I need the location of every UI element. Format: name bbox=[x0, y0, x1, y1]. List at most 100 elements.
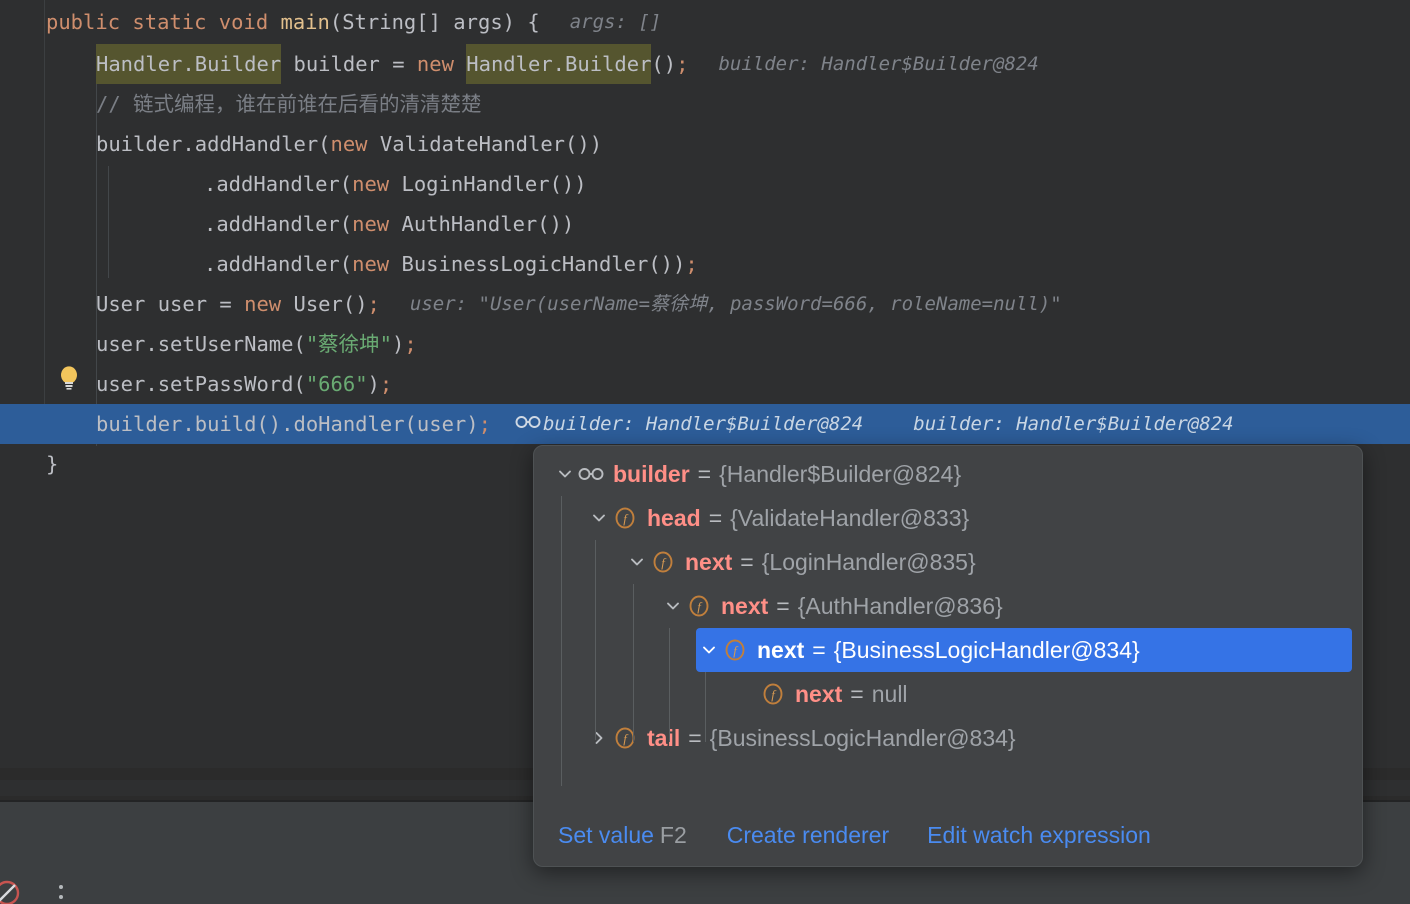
code-token: Handler.Builder bbox=[96, 44, 282, 84]
code-token: new bbox=[416, 52, 467, 76]
tree-guide-line bbox=[705, 672, 706, 742]
code-token: main bbox=[280, 10, 330, 34]
variable-value: null bbox=[871, 680, 908, 707]
code-token: new bbox=[330, 132, 380, 156]
lightbulb-icon[interactable] bbox=[58, 366, 80, 390]
variable-value: {Handler$Builder@824} bbox=[719, 460, 962, 487]
field-icon: f bbox=[612, 505, 638, 531]
mute-breakpoints-icon[interactable] bbox=[0, 878, 22, 904]
line-comment[interactable]: // 链式编程，谁在前谁在后看的清清楚楚 bbox=[0, 84, 1410, 124]
code-token: new bbox=[244, 292, 294, 316]
line-builder-decl[interactable]: Handler.Builder builder = new Handler.Bu… bbox=[0, 44, 1410, 84]
line-add-auth[interactable]: .addHandler(new AuthHandler()) bbox=[0, 204, 1410, 244]
code-token: LoginHandler()) bbox=[401, 172, 587, 196]
chevron-right-icon[interactable] bbox=[586, 716, 612, 760]
code-token: ) bbox=[392, 332, 405, 356]
variable-value: {BusinessLogicHandler@834} bbox=[709, 724, 1016, 751]
code-token: builder = bbox=[281, 52, 417, 76]
inline-hint-secondary: builder: Handler$Builder@824 bbox=[913, 413, 1234, 435]
line-set-username[interactable]: user.setUserName("蔡徐坤"); bbox=[0, 324, 1410, 364]
node-next-auth[interactable]: f next = {AuthHandler@836} bbox=[660, 584, 1352, 628]
chevron-down-icon[interactable] bbox=[624, 540, 650, 584]
code-token: builder.addHandler( bbox=[96, 132, 331, 156]
code-token: ; bbox=[478, 412, 491, 436]
code-token: BusinessLogicHandler()) bbox=[401, 252, 686, 276]
node-head[interactable]: f head = {ValidateHandler@833} bbox=[586, 496, 1352, 540]
debug-value-popup[interactable]: builder = {Handler$Builder@824} f head = {Vali… bbox=[533, 445, 1363, 867]
line-add-login[interactable]: .addHandler(new LoginHandler()) bbox=[0, 164, 1410, 204]
tree-guide-line bbox=[633, 584, 634, 742]
code-token: user.setUserName( bbox=[96, 332, 306, 356]
code-token: // 链式编程，谁在前谁在后看的清清楚楚 bbox=[96, 92, 482, 116]
field-icon: f bbox=[760, 681, 786, 707]
chevron-down-icon[interactable] bbox=[660, 584, 686, 628]
node-next-null[interactable]: f next = null bbox=[734, 672, 1352, 716]
equals-sign: = bbox=[776, 592, 790, 619]
set-value-button[interactable]: Set value bbox=[558, 822, 654, 849]
variable-value: {ValidateHandler@833} bbox=[730, 504, 970, 531]
variable-name: next bbox=[795, 680, 843, 707]
code-token: "蔡徐坤" bbox=[305, 332, 393, 356]
code-token: User() bbox=[293, 292, 368, 316]
code-token: ; bbox=[379, 372, 393, 396]
code-token: new bbox=[352, 252, 402, 276]
tree-guide-line bbox=[595, 540, 596, 740]
edit-watch-expression-button[interactable]: Edit watch expression bbox=[927, 822, 1151, 849]
field-icon: f bbox=[612, 725, 638, 751]
debugger-screen: public static void main (String[] args) {… bbox=[0, 0, 1410, 904]
variable-name: head bbox=[647, 504, 701, 531]
field-icon: f bbox=[722, 637, 748, 663]
code-token: public static void bbox=[46, 10, 281, 34]
variable-name: next bbox=[721, 592, 769, 619]
node-next-business[interactable]: f next = {BusinessLogicHandler@834} bbox=[696, 628, 1352, 672]
watch-inline-icon bbox=[515, 404, 541, 444]
code-token: ; bbox=[367, 292, 380, 316]
variables-tree[interactable]: builder = {Handler$Builder@824} f head = {Vali… bbox=[534, 446, 1362, 786]
variable-value: {BusinessLogicHandler@834} bbox=[833, 636, 1140, 663]
code-token: "666" bbox=[305, 372, 368, 396]
chevron-down-icon[interactable] bbox=[552, 452, 578, 496]
node-next-login[interactable]: f next = {LoginHandler@835} bbox=[624, 540, 1352, 584]
create-renderer-button[interactable]: Create renderer bbox=[727, 822, 889, 849]
debug-toolbar bbox=[0, 864, 1410, 904]
equals-sign: = bbox=[688, 724, 702, 751]
variable-name: next bbox=[757, 636, 805, 663]
inline-hint: builder: Handler$Builder@824 bbox=[718, 53, 1039, 75]
code-token: new bbox=[352, 212, 402, 236]
code-token: (String[] args) { bbox=[329, 10, 540, 34]
svg-text:f: f bbox=[697, 599, 703, 614]
kebab-menu-icon[interactable] bbox=[57, 880, 65, 904]
field-icon: f bbox=[686, 593, 712, 619]
code-token: } bbox=[46, 452, 59, 476]
code-token: user.setPassWord( bbox=[96, 372, 306, 396]
code-token: ; bbox=[676, 52, 689, 76]
line-do-handler[interactable]: builder.build().doHandler(user); builder:… bbox=[0, 404, 1410, 444]
chevron-down-icon[interactable] bbox=[696, 628, 722, 672]
variable-name: tail bbox=[647, 724, 681, 751]
line-add-validate[interactable]: builder.addHandler(new ValidateHandler()… bbox=[0, 124, 1410, 164]
variable-name: builder bbox=[613, 460, 690, 487]
code-token: ; bbox=[404, 332, 417, 356]
equals-sign: = bbox=[697, 460, 712, 487]
equals-sign: = bbox=[850, 680, 864, 707]
line-set-password[interactable]: user.setPassWord("666"); bbox=[0, 364, 1410, 404]
equals-sign: = bbox=[812, 636, 826, 663]
inline-hint: args: [] bbox=[569, 11, 662, 33]
node-tail[interactable]: f tail = {BusinessLogicHandler@834} bbox=[586, 716, 1352, 760]
line-main-signature[interactable]: public static void main (String[] args) {… bbox=[0, 2, 1410, 42]
line-add-business[interactable]: .addHandler(new BusinessLogicHandler()); bbox=[0, 244, 1410, 284]
svg-text:f: f bbox=[771, 687, 777, 702]
inline-hint: user: "User(userName=蔡徐坤, passWord=666, … bbox=[409, 293, 1062, 315]
chevron-down-icon[interactable] bbox=[586, 496, 612, 540]
popup-footer: Set value F2 Create renderer Edit watch … bbox=[534, 804, 1362, 866]
svg-text:f: f bbox=[623, 731, 629, 746]
equals-sign: = bbox=[708, 504, 723, 531]
tree-guide-line bbox=[561, 496, 562, 786]
field-icon: f bbox=[650, 549, 676, 575]
set-value-shortcut: F2 bbox=[659, 821, 687, 848]
tree-guide-line bbox=[669, 628, 670, 742]
code-token: ValidateHandler()) bbox=[379, 132, 603, 156]
equals-sign: = bbox=[740, 548, 754, 575]
line-user-decl[interactable]: User user = new User(); user: "User(userN… bbox=[0, 284, 1410, 324]
node-builder[interactable]: builder = {Handler$Builder@824} bbox=[552, 452, 1352, 496]
